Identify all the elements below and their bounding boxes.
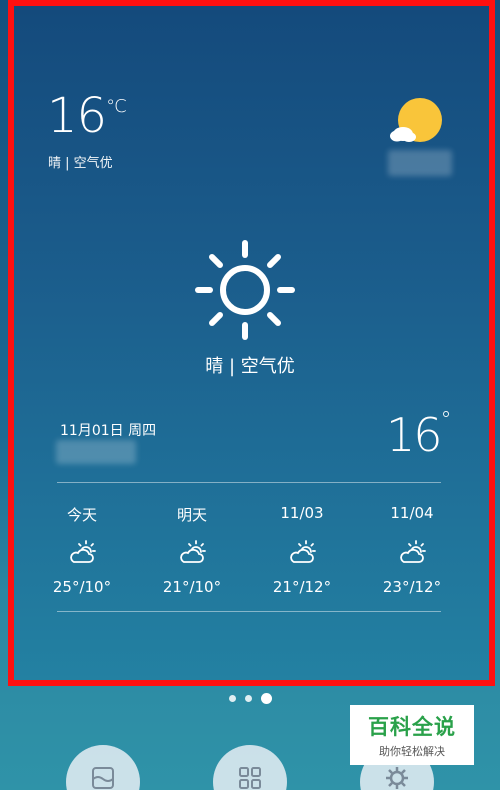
forecast-temps: 23°/12° bbox=[382, 578, 442, 596]
page-dot-active[interactable] bbox=[260, 693, 272, 704]
partly-cloudy-icon bbox=[357, 540, 467, 572]
divider bbox=[57, 482, 441, 483]
settings-gear-icon bbox=[386, 767, 408, 789]
sunny-icon bbox=[390, 98, 442, 142]
watermark: 百科全说 助你轻松解决 bbox=[350, 705, 474, 765]
forecast-day-label: 11/04 bbox=[390, 504, 434, 522]
page-indicator[interactable] bbox=[0, 693, 500, 704]
weather-app-button[interactable] bbox=[66, 745, 140, 790]
forecast-temps: 25°/10° bbox=[52, 578, 112, 596]
blurred-location bbox=[388, 150, 452, 176]
forecast-day-label: 11/03 bbox=[280, 504, 324, 522]
partly-cloudy-icon bbox=[247, 540, 357, 572]
watermark-title: 百科全说 bbox=[368, 715, 456, 739]
page-dot[interactable] bbox=[228, 695, 236, 702]
blurred-info bbox=[56, 440, 136, 464]
date-label: 11月01日 周四 bbox=[60, 423, 157, 439]
forecast-temps: 21°/10° bbox=[162, 578, 222, 596]
forecast-day-label: 明天 bbox=[176, 506, 207, 524]
forecast-day-label: 今天 bbox=[66, 506, 97, 524]
partly-cloudy-icon bbox=[137, 540, 247, 572]
forecast-row: 今天 25°/10° 明天 21°/10° 11/03 21°/12° 11/0… bbox=[27, 504, 467, 596]
forecast-temps: 21°/12° bbox=[272, 578, 332, 596]
forecast-day[interactable]: 11/04 23°/12° bbox=[357, 504, 467, 596]
divider bbox=[57, 611, 441, 612]
sun-icon bbox=[195, 240, 295, 340]
forecast-day[interactable]: 明天 21°/10° bbox=[137, 504, 247, 596]
current-description: 晴 | 空气优 bbox=[48, 156, 113, 171]
current-temperature: 16°C bbox=[47, 88, 127, 144]
weather-app-icon bbox=[92, 767, 114, 789]
page-dot[interactable] bbox=[244, 695, 252, 702]
apps-grid-icon bbox=[239, 767, 261, 789]
forecast-day[interactable]: 11/03 21°/12° bbox=[247, 504, 357, 596]
main-temperature: 16° bbox=[386, 408, 452, 462]
weather-description: 晴 | 空气优 bbox=[205, 356, 295, 377]
watermark-subtitle: 助你轻松解决 bbox=[379, 745, 445, 758]
forecast-day[interactable]: 今天 25°/10° bbox=[27, 504, 137, 596]
partly-cloudy-icon bbox=[27, 540, 137, 572]
apps-grid-button[interactable] bbox=[213, 745, 287, 790]
